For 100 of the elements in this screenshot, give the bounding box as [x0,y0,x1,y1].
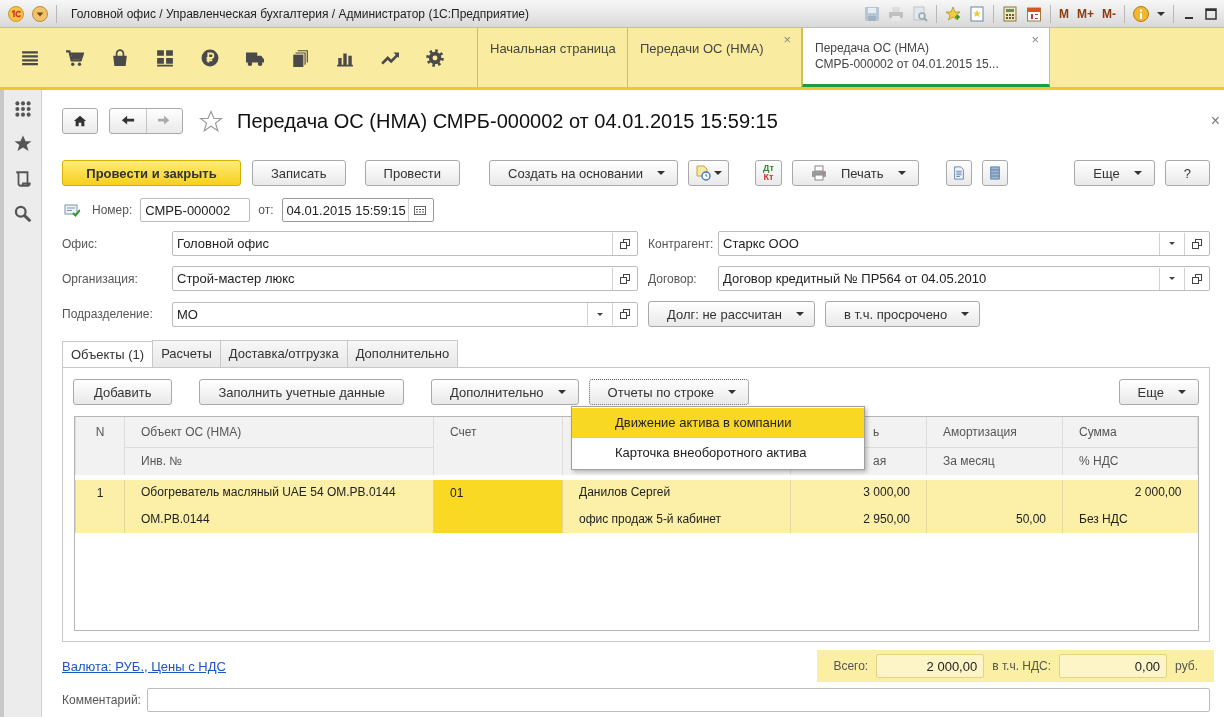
calculator-icon[interactable] [1002,5,1018,22]
documents-icon[interactable] [291,48,309,67]
column-header: Сумма [1062,417,1198,447]
calendar-icon[interactable] [1026,5,1042,22]
close-icon[interactable]: × [1031,32,1039,47]
column-header: Объект ОС (НМА) [124,417,434,447]
total-label: Всего: [833,659,869,673]
caret-icon [1133,171,1142,175]
bag-icon[interactable] [111,48,129,67]
total-label: в т.ч. НДС: [992,659,1052,673]
open-tab[interactable]: Начальная страница [478,28,628,87]
table-cell: 2 000,00 [1062,477,1198,505]
comment-field[interactable] [146,688,1210,712]
caret-icon [1178,390,1186,394]
calendar-icon [413,205,426,215]
command-button[interactable]: Заполнить учетные данные [199,379,405,405]
column-header: N [75,417,125,477]
window-title: Головной офис / Управленческая бухгалтерия / Администратор (1С:Предприятие) [71,6,529,21]
input-field[interactable]: МО [172,301,638,327]
menu-button[interactable]: Еще [1074,160,1155,186]
menu-button[interactable]: Создать на основании [489,160,678,186]
document-button[interactable] [945,160,972,186]
info-icon[interactable] [1133,5,1149,22]
column-header: Счет [433,417,563,477]
field-label: Организация: [62,271,139,286]
total-field: 2 000,00 [876,654,985,678]
apps-icon[interactable] [13,100,32,118]
attach-menu-button[interactable] [687,160,729,186]
menu-button[interactable]: в т.ч. просрочено [825,301,981,327]
dropdown-icon[interactable] [32,5,48,22]
date-field[interactable]: 04.01.2015 15:59:15 [281,198,434,222]
print-button[interactable]: Печать [791,160,919,186]
menu-icon[interactable] [21,48,39,67]
table-cell: ОМ.РВ.0144 [124,505,434,533]
field-label: от: [258,203,274,217]
home-icon [73,114,87,128]
field-label: Номер: [92,203,133,217]
command-button[interactable]: Записать [252,160,346,186]
open-icon [620,309,630,319]
journal-entries-button[interactable]: Дт Кт [754,160,782,186]
menu-button[interactable]: Отчеты по строке [588,379,749,405]
search-icon[interactable] [13,205,32,223]
document-icon [951,165,966,181]
close-icon[interactable]: × [1210,112,1220,130]
command-button[interactable]: ? [1164,160,1210,186]
table-cell: 2 950,00 [790,505,927,533]
command-button[interactable]: Добавить [73,379,173,405]
memory-button[interactable]: M- [1102,6,1116,21]
currency-link[interactable]: Валюта: РУБ., Цены с НДС [62,658,226,674]
cart-icon[interactable] [66,48,84,67]
caret-icon [897,171,906,175]
menu-button[interactable]: Дополнительно [431,379,579,405]
form-title: Передача ОС (НМА) СМРБ-000002 от 04.01.2015 15:59:15 [237,109,778,133]
table-cell: 01 [433,477,563,533]
memory-button[interactable]: M [1059,6,1069,21]
logo-icon [8,5,24,22]
star-icon[interactable] [945,5,961,22]
home-button[interactable] [62,108,98,134]
tab[interactable]: Дополнительно [346,340,459,367]
caret-icon [656,171,665,175]
tab[interactable]: Расчеты [152,340,221,367]
list-icon [987,165,1002,181]
ruble-icon[interactable] [201,48,219,67]
number-field[interactable]: СМРБ-000002 [140,198,251,222]
field-label: Подразделение: [62,307,154,321]
table-cell: 1 [75,477,125,533]
star-icon[interactable] [13,135,32,153]
settings-icon[interactable] [426,48,444,67]
post-and-close-button[interactable]: Провести и закрыть [62,160,241,186]
document-clock-icon [694,165,711,181]
grid-icon[interactable] [156,48,174,67]
history-icon[interactable] [13,170,32,188]
currency-label: руб. [1175,659,1198,673]
input-field[interactable]: Договор кредитный № ПР564 от 04.05.2010 [718,266,1210,291]
caret-icon [597,312,603,316]
tab[interactable]: Доставка/отгрузка [219,340,348,367]
menu-item[interactable]: Движение актива в компании [572,408,864,438]
table-cell: офис продаж 5-й кабинет [562,505,791,533]
caret-icon [728,390,736,394]
caret-icon [557,390,566,394]
maximize-icon[interactable] [1204,6,1218,21]
caret-icon [1157,11,1165,16]
memory-button[interactable]: M+ [1077,6,1094,21]
input-field[interactable]: Старкс ООО [718,231,1210,256]
menu-button[interactable]: Еще [1118,379,1199,405]
tab[interactable]: Объекты (1) [62,341,154,368]
tab-label: Начальная страница [490,40,616,58]
command-button[interactable]: Провести [364,160,461,186]
field-label: Комментарий: [62,693,141,707]
open-tab[interactable]: Передача ОС (НМА) СМРБ-000002 от 04.01.2015 15... × [802,28,1050,87]
favorite-star-icon[interactable] [199,110,223,132]
list-button[interactable] [981,160,1008,186]
table-cell: 3 000,00 [790,477,927,505]
caret-icon [713,171,722,175]
input-field[interactable]: Строй-мастер люкс [172,266,638,291]
field-label: Офис: [62,236,99,251]
caret-icon [796,312,805,316]
input-field[interactable]: Головной офис [172,231,638,256]
menu-button[interactable]: Долг: не рассчитан [648,301,816,327]
tab-label: Передача ОС (НМА) СМРБ-000002 от 04.01.2015 15... [815,40,999,73]
